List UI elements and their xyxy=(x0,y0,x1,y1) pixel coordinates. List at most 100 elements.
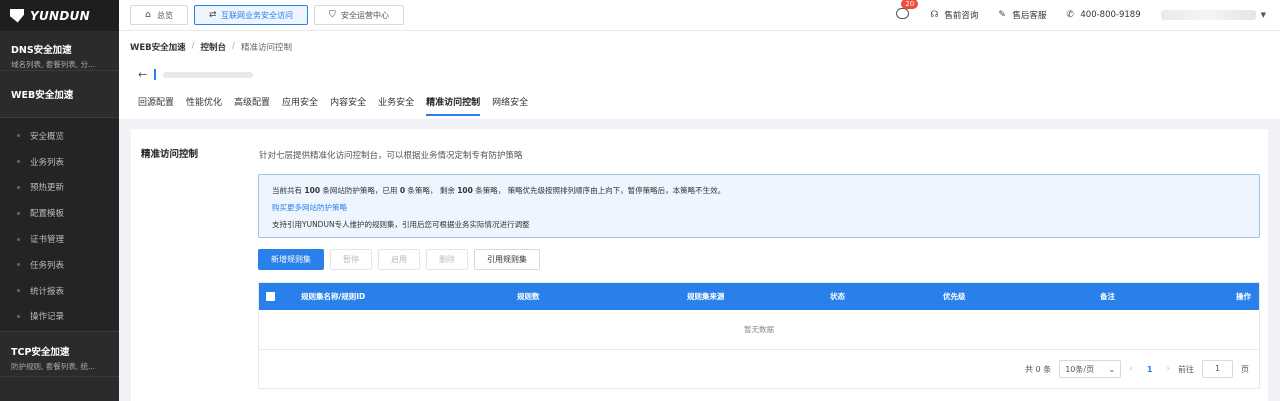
table-header: 规则集名称/规则ID 规则数 规则集来源 状态 优先级 备注 操作 xyxy=(259,283,1259,310)
tab-access-control[interactable]: 精准访问控制 xyxy=(426,95,481,116)
brand-name: YUNDUN xyxy=(30,8,91,23)
goto-label: 前往 xyxy=(1178,364,1194,374)
notice-ruleset-info: 支持引用YUNDUN专人维护的规则集，引用后您可根据业务实际情况进行调整 xyxy=(272,220,530,229)
bullet-icon xyxy=(17,263,20,267)
goto-page-input[interactable]: 1 xyxy=(1202,360,1233,378)
breadcrumb-separator: / xyxy=(232,41,235,51)
topbar-right: 20 ☊ 售前咨询 ✎ 售后客服 ✆ 400-800-9189 ▼ xyxy=(896,0,1280,22)
column-header: 规则数 xyxy=(517,292,540,301)
tab-label: 互联网业务安全访问 xyxy=(221,10,293,20)
current-page[interactable]: 1 xyxy=(1141,365,1159,374)
sidebar-item-label: 任务列表 xyxy=(30,260,65,271)
sidebar-item-label: 操作记录 xyxy=(30,312,65,323)
sidebar-item-tasks[interactable]: 任务列表 xyxy=(0,252,119,278)
pager-total: 共 0 条 xyxy=(1025,364,1052,374)
pause-button[interactable]: 暂停 xyxy=(330,249,372,270)
phone-link[interactable]: ✆ 400-800-9189 xyxy=(1066,10,1140,20)
tab-origin[interactable]: 回源配置 xyxy=(138,95,174,116)
notification-badge: 20 xyxy=(901,0,919,9)
bullet-icon xyxy=(17,289,20,293)
aftersale-link[interactable]: ✎ 售后客服 xyxy=(998,9,1046,21)
tab-internet-security[interactable]: ⇄ 互联网业务安全访问 xyxy=(194,5,308,25)
bullet-icon xyxy=(17,314,20,318)
sidebar-item-label: 业务列表 xyxy=(30,157,65,168)
notice-quota: 当前共有 100 条网站防护策略，已用 0 条策略， 剩余 100 条策略， 策… xyxy=(272,182,1246,199)
enable-button[interactable]: 启用 xyxy=(378,249,420,270)
presale-link[interactable]: ☊ 售前咨询 xyxy=(930,9,978,21)
next-page-icon[interactable]: › xyxy=(1166,364,1170,374)
tab-advanced[interactable]: 高级配置 xyxy=(234,95,270,116)
tab-content-security[interactable]: 内容安全 xyxy=(330,95,366,116)
notice-text: 条策略， 剩余 xyxy=(405,186,458,195)
delete-button[interactable]: 删除 xyxy=(426,249,468,270)
bullet-icon xyxy=(17,211,20,215)
page-size-select[interactable]: 10条/页 ⌄ xyxy=(1059,360,1122,378)
bullet-icon xyxy=(17,237,20,241)
tab-business-security[interactable]: 业务安全 xyxy=(378,95,414,116)
sidebar-item-certificates[interactable]: 证书管理 xyxy=(0,226,119,252)
buy-more-link[interactable]: 购买更多网站防护策略 xyxy=(272,199,1246,216)
column-header: 规则集来源 xyxy=(687,292,725,301)
tab-label: 总览 xyxy=(157,10,173,20)
headset-icon: ☊ xyxy=(930,9,939,20)
select-all-checkbox[interactable] xyxy=(266,292,275,301)
back-arrow-icon[interactable]: ← xyxy=(138,68,147,81)
column-header: 规则集名称/规则ID xyxy=(301,292,366,301)
sidebar-group-title: TCP安全加速 xyxy=(11,347,70,358)
sidebar-item-templates[interactable]: 配置模板 xyxy=(0,200,119,226)
notice-text: 当前共有 xyxy=(272,186,305,195)
breadcrumb-separator: / xyxy=(191,41,195,51)
breadcrumb-mid[interactable]: 控制台 xyxy=(201,41,227,53)
user-menu[interactable]: ▼ xyxy=(1160,10,1266,20)
topbar: ⌂ 总览 ⇄ 互联网业务安全访问 ⛉ 安全运营中心 20 ☊ 售前咨询 ✎ 售后… xyxy=(119,0,1280,31)
sidebar-group-web[interactable]: WEB安全加速 xyxy=(0,71,119,118)
logo-icon xyxy=(10,8,24,23)
tab-performance[interactable]: 性能优化 xyxy=(186,95,222,116)
sidebar-group-title: DNS安全加速 xyxy=(11,45,72,56)
tab-overview[interactable]: ⌂ 总览 xyxy=(130,5,188,25)
config-tabs: 回源配置 性能优化 高级配置 应用安全 内容安全 业务安全 精准访问控制 网络安… xyxy=(138,95,528,116)
ruleset-table: 规则集名称/规则ID 规则数 规则集来源 状态 优先级 备注 操作 暂无数据 共… xyxy=(258,282,1260,389)
sidebar-item-reports[interactable]: 统计报表 xyxy=(0,278,119,304)
policy-remain: 100 xyxy=(457,186,473,195)
action-buttons: 新增规则集 暂停 启用 删除 引用规则集 xyxy=(258,249,540,270)
sidebar-web-list: 安全概览 业务列表 预热更新 配置模板 证书管理 任务列表 统计报表 操作记录 xyxy=(0,118,119,331)
domain-indicator xyxy=(154,69,157,80)
domain-redacted xyxy=(163,71,254,78)
tab-network-security[interactable]: 网络安全 xyxy=(492,95,528,116)
reference-ruleset-button[interactable]: 引用规则集 xyxy=(474,249,540,270)
sidebar-item-logs[interactable]: 操作记录 xyxy=(0,304,119,330)
panel-title: 精准访问控制 xyxy=(141,149,199,160)
bullet-icon xyxy=(17,134,20,138)
pagination: 共 0 条 10条/页 ⌄ ‹ 1 › 前往 1 页 xyxy=(259,350,1259,388)
tab-security-ops[interactable]: ⛉ 安全运营中心 xyxy=(314,5,404,25)
sidebar-item-label: 配置模板 xyxy=(30,209,65,220)
bullet-icon xyxy=(17,185,20,189)
column-header: 优先级 xyxy=(943,292,966,301)
empty-state: 暂无数据 xyxy=(259,310,1259,350)
caret-down-icon: ▼ xyxy=(1260,11,1266,19)
tab-label: 安全运营中心 xyxy=(341,10,389,20)
sidebar-group-sub: 域名列表, 套餐列表, 分... xyxy=(11,60,96,69)
sidebar: YUNDUN DNS安全加速 域名列表, 套餐列表, 分... WEB安全加速 … xyxy=(0,0,119,401)
policy-notice: 当前共有 100 条网站防护策略，已用 0 条策略， 剩余 100 条策略， 策… xyxy=(258,174,1260,238)
brand-logo[interactable]: YUNDUN xyxy=(0,0,119,31)
prev-page-icon[interactable]: ‹ xyxy=(1129,364,1133,374)
sidebar-group-dns[interactable]: DNS安全加速 域名列表, 套餐列表, 分... xyxy=(0,31,119,71)
tab-app-security[interactable]: 应用安全 xyxy=(282,95,318,116)
sidebar-item-business[interactable]: 业务列表 xyxy=(0,149,119,175)
notice-text: 条策略， 策略优先级按照排列顺序由上向下，暂停策略后，本策略不生效。 xyxy=(472,186,726,195)
add-ruleset-button[interactable]: 新增规则集 xyxy=(258,249,324,270)
sidebar-item-overview[interactable]: 安全概览 xyxy=(0,123,119,149)
sidebar-item-prefetch[interactable]: 预热更新 xyxy=(0,175,119,201)
bullet-icon xyxy=(17,160,20,164)
sidebar-group-sub: 防护规则, 套餐列表, 统... xyxy=(11,362,96,371)
breadcrumb-root[interactable]: WEB安全加速 xyxy=(130,41,186,53)
sidebar-item-label: 预热更新 xyxy=(30,183,65,194)
chevron-down-icon: ⌄ xyxy=(1108,364,1116,374)
sidebar-item-label: 统计报表 xyxy=(30,286,65,297)
notification-button[interactable]: 20 xyxy=(896,0,919,22)
sidebar-group-tcp[interactable]: TCP安全加速 防护规则, 套餐列表, 统... xyxy=(0,331,119,377)
wrench-icon: ✎ xyxy=(998,9,1006,20)
column-header: 操作 xyxy=(1236,292,1251,301)
